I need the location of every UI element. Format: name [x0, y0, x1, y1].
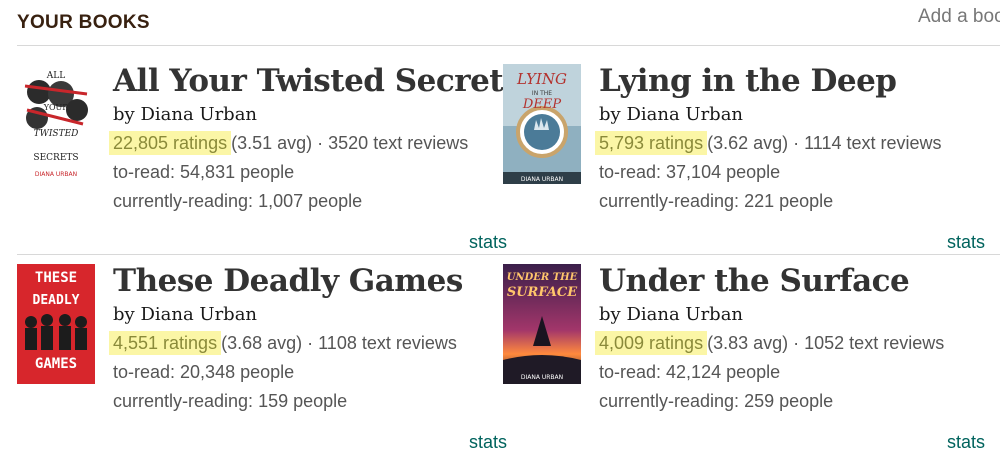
book-card: THESE DEADLY GAMES These Deadly Games by… [17, 263, 507, 454]
book-title[interactable]: All Your Twisted Secrets [113, 62, 521, 100]
by-label: by [113, 304, 135, 325]
to-read-count: to-read: 42,124 people [599, 362, 781, 382]
section-title: YOUR BOOKS [17, 12, 150, 33]
book-cover-under-the-surface[interactable]: UNDER THE SURFACE DIANA URBAN [503, 264, 581, 384]
stats-link[interactable]: stats [469, 232, 507, 253]
book-cover-lying-in-the-deep[interactable]: LYING IN THE DEEP DIANA URBAN [503, 64, 581, 184]
ratings-count: 4,009 ratings [595, 331, 708, 355]
by-label: by [599, 104, 621, 125]
by-label: by [599, 304, 621, 325]
text-reviews-count: · 1114 text reviews [793, 133, 942, 153]
stats-link[interactable]: stats [947, 432, 985, 453]
svg-text:IN THE: IN THE [532, 90, 552, 97]
book-card: UNDER THE SURFACE DIANA URBAN Under the … [503, 263, 993, 454]
by-label: by [113, 104, 135, 125]
author-link[interactable]: Diana Urban [626, 304, 743, 325]
average-rating: (3.62 avg) [707, 133, 789, 153]
ratings-count: 4,551 ratings [109, 331, 222, 355]
book-title[interactable]: Under the Surface [599, 262, 999, 300]
book-cover-all-your-twisted-secrets[interactable]: ALL YOUR TWISTED SECRETS DIANA URBAN [17, 64, 95, 184]
svg-text:SURFACE: SURFACE [507, 285, 578, 300]
svg-text:DIANA URBAN: DIANA URBAN [521, 176, 563, 183]
average-rating: (3.83 avg) [707, 333, 789, 353]
svg-text:THESE: THESE [35, 270, 77, 286]
svg-text:DEADLY: DEADLY [33, 293, 80, 308]
book-title[interactable]: These Deadly Games [113, 262, 513, 300]
ratings-count: 22,805 ratings [109, 131, 232, 155]
svg-text:DEEP: DEEP [522, 97, 561, 112]
svg-text:ALL: ALL [46, 71, 65, 81]
average-rating: (3.51 avg) [231, 133, 313, 153]
currently-reading-count: currently-reading: 221 people [599, 191, 834, 211]
currently-reading-count: currently-reading: 259 people [599, 391, 834, 411]
add-book-link[interactable]: Add a boo [918, 6, 1000, 28]
svg-text:UNDER THE: UNDER THE [507, 272, 578, 283]
book-card: ALL YOUR TWISTED SECRETS DIANA URBAN All… [17, 63, 521, 254]
stats-link[interactable]: stats [469, 432, 507, 453]
to-read-count: to-read: 54,831 people [113, 162, 295, 182]
svg-text:DIANA URBAN: DIANA URBAN [35, 171, 77, 178]
author-link[interactable]: Diana Urban [140, 304, 257, 325]
svg-text:YOUR: YOUR [43, 103, 70, 112]
author-link[interactable]: Diana Urban [140, 104, 257, 125]
currently-reading-count: currently-reading: 1,007 people [113, 191, 363, 211]
stats-link[interactable]: stats [947, 232, 985, 253]
divider [17, 254, 1000, 255]
svg-text:TWISTED: TWISTED [34, 129, 79, 139]
text-reviews-count: · 1052 text reviews [793, 333, 945, 353]
to-read-count: to-read: 37,104 people [599, 162, 781, 182]
svg-text:LYING: LYING [516, 70, 567, 88]
book-title[interactable]: Lying in the Deep [599, 62, 999, 100]
svg-text:GAMES: GAMES [35, 356, 77, 372]
average-rating: (3.68 avg) [221, 333, 303, 353]
text-reviews-count: · 1108 text reviews [307, 333, 457, 353]
svg-text:SECRETS: SECRETS [33, 153, 78, 163]
book-card: LYING IN THE DEEP DIANA URBAN Lying in t… [503, 63, 993, 254]
currently-reading-count: currently-reading: 159 people [113, 391, 348, 411]
to-read-count: to-read: 20,348 people [113, 362, 295, 382]
ratings-count: 5,793 ratings [595, 131, 708, 155]
author-link[interactable]: Diana Urban [626, 104, 743, 125]
text-reviews-count: · 3520 text reviews [317, 133, 469, 153]
divider [17, 45, 1000, 46]
svg-text:DIANA URBAN: DIANA URBAN [521, 374, 563, 381]
book-cover-these-deadly-games[interactable]: THESE DEADLY GAMES [17, 264, 95, 384]
